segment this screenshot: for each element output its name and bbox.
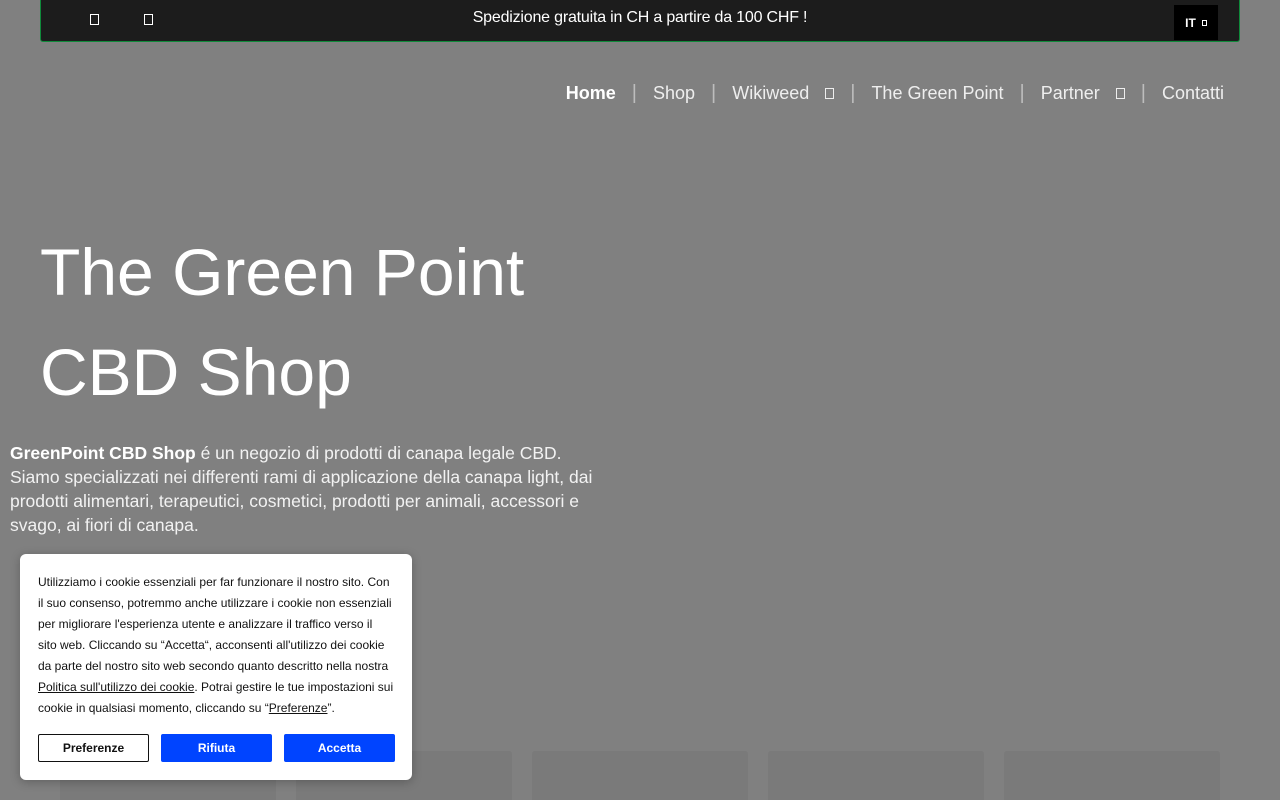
nav-label: Contatti [1161,82,1224,103]
language-label: IT [1185,15,1196,30]
chevron-down-icon [1201,19,1207,26]
product-card[interactable] [532,751,748,800]
cookie-text: Utilizziamo i cookie essenziali per far … [38,572,394,719]
nav-separator: | [850,81,856,104]
nav-label: Home [565,82,616,103]
cookie-policy-link[interactable]: Politica sull'utilizzo dei cookie [38,680,194,694]
nav-label: Wikiweed [732,82,810,103]
chevron-down-icon[interactable] [1115,87,1125,99]
hero-title-line-2: CBD Shop [40,335,352,409]
product-card[interactable] [1004,751,1220,800]
nav-item-wikiweed[interactable]: Wikiweed [732,82,835,104]
preferences-button[interactable]: Preferenze [38,734,149,762]
cookie-text-part: ”. [327,701,335,715]
hero-title-line-1: The Green Point [40,235,525,309]
main-nav: Home | Shop | Wikiweed | The Green Point… [566,81,1224,105]
nav-item-partner[interactable]: Partner [1041,83,1125,104]
cookie-buttons: Preferenze Rifiuta Accetta [38,734,395,762]
intro-paragraph: GreenPoint CBD Shop é un negozio di prod… [10,441,610,537]
nav-label: Partner [1040,82,1100,103]
nav-label: The Green Point [871,82,1004,103]
nav-item-the-green-point[interactable]: The Green Point [871,83,1003,104]
top-announcement-bar: Spedizione gratuita in CH a partire da 1… [40,0,1240,42]
nav-item-shop[interactable]: Shop [653,83,695,104]
chevron-down-icon[interactable] [825,87,835,99]
nav-separator: | [1140,81,1146,104]
nav-item-contatti[interactable]: Contatti [1162,83,1224,104]
reject-button[interactable]: Rifiuta [161,734,272,762]
nav-separator: | [1019,81,1025,104]
hero-title: The Green Point CBD Shop [40,222,660,422]
nav-item-home[interactable]: Home [566,83,616,104]
intro-brand: GreenPoint CBD Shop [10,443,196,463]
nav-label: Shop [652,82,695,103]
promo-text: Spedizione gratuita in CH a partire da 1… [472,9,808,26]
cookie-text-part: Utilizziamo i cookie essenziali per far … [38,575,392,673]
cookie-consent-banner: Utilizziamo i cookie essenziali per far … [20,554,412,780]
nav-separator: | [711,81,717,104]
accept-button[interactable]: Accetta [284,734,395,762]
nav-separator: | [631,81,637,104]
cookie-preferences-link[interactable]: Preferenze [269,701,328,715]
language-switcher[interactable]: IT [1174,5,1218,40]
product-card[interactable] [768,751,984,800]
